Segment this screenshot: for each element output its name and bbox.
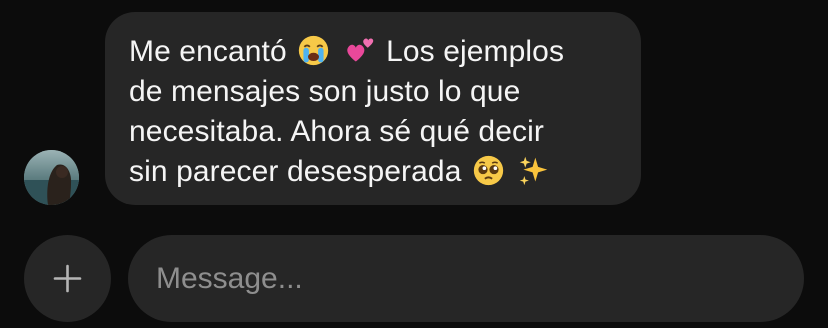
chat-screen: Me encantó Los ejemplos de mensajes son … <box>0 0 828 328</box>
message-line-4: sin parecer desesperada <box>129 152 617 192</box>
message-line-2: de mensajes son justo lo que <box>129 75 521 108</box>
sparkles-icon <box>517 154 550 187</box>
message-text: Los ejemplos <box>386 35 565 68</box>
message-composer[interactable] <box>128 235 804 322</box>
message-text: Me encantó <box>129 35 287 68</box>
pleading-face-icon <box>472 154 505 187</box>
contact-avatar[interactable] <box>24 150 79 205</box>
loudly-crying-face-icon <box>297 34 330 67</box>
message-text: sin parecer desesperada <box>129 155 462 188</box>
message-line-3: necesitaba. Ahora sé qué decir <box>129 115 544 148</box>
two-hearts-icon <box>343 34 376 67</box>
message-line-1: Me encantó Los ejemplos <box>129 32 617 72</box>
message-input[interactable] <box>156 261 776 296</box>
plus-icon <box>53 264 82 293</box>
received-message-bubble[interactable]: Me encantó Los ejemplos de mensajes son … <box>105 12 641 205</box>
add-attachment-button[interactable] <box>24 235 111 322</box>
